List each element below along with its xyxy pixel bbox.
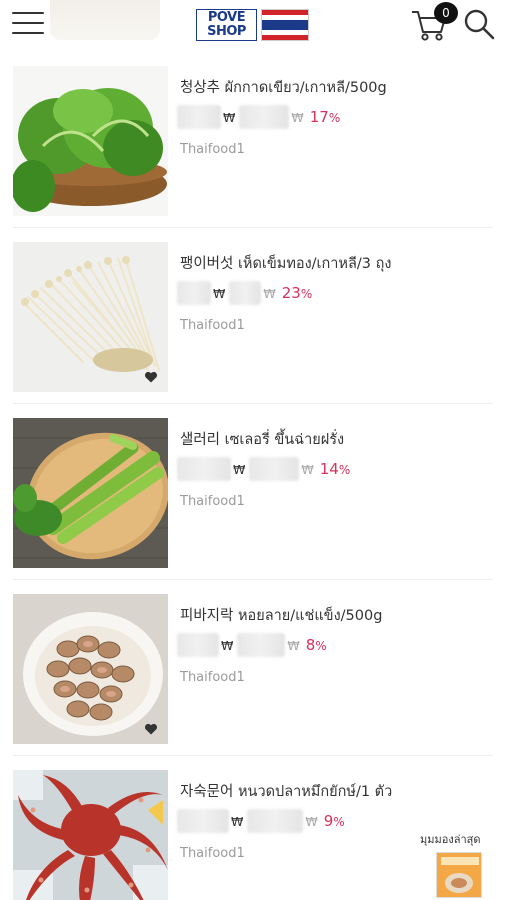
product-title[interactable]: 팽이버섯 เห็ดเข็มทอง/เกาหลี/3 ถุง [180,252,391,275]
discount-rate: 23% [282,284,313,302]
discount-unit: % [333,815,345,829]
sale-currency: ₩ [221,637,234,653]
recently-viewed-widget[interactable]: มุมมองล่าสุด [420,830,500,898]
price-row: ₩ ₩ 9% [177,808,345,834]
discount-value: 23 [281,284,301,302]
original-currency: ₩ [287,637,300,653]
product-image-enoki[interactable] [13,242,168,392]
sale-price-masked [177,457,231,481]
discount-unit: % [338,463,351,477]
discount-rate: 17% [310,108,341,126]
sale-price-masked [177,809,229,833]
original-currency: ₩ [263,285,276,301]
shop-name[interactable]: Thaifood1 [180,670,245,685]
shop-name[interactable]: Thaifood1 [180,846,245,861]
sale-currency: ₩ [231,813,244,829]
previous-item-peek [50,0,160,40]
shop-name[interactable]: Thaifood1 [180,318,245,333]
hamburger-menu-icon[interactable] [12,8,44,38]
logo-line-1: POVE [207,10,246,25]
product-image-clams[interactable] [13,594,168,744]
discount-unit: % [328,111,341,125]
product-title[interactable]: 자숙문어 หนวดปลาหมึกยักษ์/1 ตัว [180,780,392,803]
discount-rate: 8% [306,636,327,654]
original-currency: ₩ [301,461,314,477]
product-image-octopus[interactable] [13,770,168,900]
product-item[interactable]: 샐러리 เซเลอรี่ ขึ้นฉ่ายฝรั่ง ₩ ₩ 14% Thaif… [0,404,506,580]
price-row: ₩ ₩ 14% [177,456,350,482]
sale-currency: ₩ [233,461,246,477]
product-image-lettuce[interactable] [13,66,168,216]
original-currency: ₩ [305,813,318,829]
product-title[interactable]: 청상추 ผักกาดเขียว/เกาหลี/500g [180,76,387,99]
thailand-flag-icon [261,9,309,41]
shop-name[interactable]: Thaifood1 [180,494,245,509]
discount-value: 14 [319,460,339,478]
sale-currency: ₩ [213,285,226,301]
original-price-masked [239,105,290,129]
recently-viewed-label: มุมมองล่าสุด [420,833,481,846]
product-title[interactable]: 피바지락 หอยลาย/แช่แข็ง/500g [180,604,382,627]
sale-price-masked [177,281,211,305]
cart-count-badge: 0 [434,2,458,24]
shop-name[interactable]: Thaifood1 [180,142,245,157]
original-price-masked [237,633,286,657]
discount-value: 17 [309,108,329,126]
original-price-masked [247,809,304,833]
price-row: ₩ ₩ 8% [177,632,327,658]
discount-unit: % [300,287,313,301]
sale-price-masked [177,633,219,657]
product-item[interactable]: 청상추 ผักกาดเขียว/เกาหลี/500g ₩ ₩ 17% Thai… [0,52,506,228]
recent-product-thumbnail[interactable] [436,852,482,898]
discount-rate: 14% [320,460,351,478]
product-item[interactable]: 피바지락 หอยลาย/แช่แข็ง/500g ₩ ₩ 8% Thaifood… [0,580,506,756]
logo-text-box: POVE SHOP [196,9,257,41]
discount-value: 9 [323,812,334,830]
original-price-masked [249,457,300,481]
wishlist-heart-icon[interactable] [144,722,158,736]
wishlist-heart-icon[interactable] [144,370,158,384]
sale-currency: ₩ [223,109,236,125]
sale-price-masked [177,105,221,129]
search-icon[interactable] [462,8,496,40]
original-price-masked [229,281,262,305]
discount-value: 8 [305,636,316,654]
original-currency: ₩ [291,109,304,125]
price-row: ₩ ₩ 23% [177,280,312,306]
discount-unit: % [315,639,327,653]
shop-logo[interactable]: POVE SHOP [196,8,314,42]
discount-rate: 9% [324,812,345,830]
product-item[interactable]: 자숙문어 หนวดปลาหมึกยักษ์/1 ตัว ₩ ₩ 9% Thaif… [0,756,506,900]
product-item[interactable]: 팽이버섯 เห็ดเข็มทอง/เกาหลี/3 ถุง ₩ ₩ 23% Th… [0,228,506,404]
product-image-celery[interactable] [13,418,168,568]
price-row: ₩ ₩ 17% [177,104,340,130]
logo-line-2: SHOP [207,24,246,39]
app-header: POVE SHOP 0 [0,0,506,52]
product-title[interactable]: 샐러리 เซเลอรี่ ขึ้นฉ่ายฝรั่ง [180,428,344,451]
